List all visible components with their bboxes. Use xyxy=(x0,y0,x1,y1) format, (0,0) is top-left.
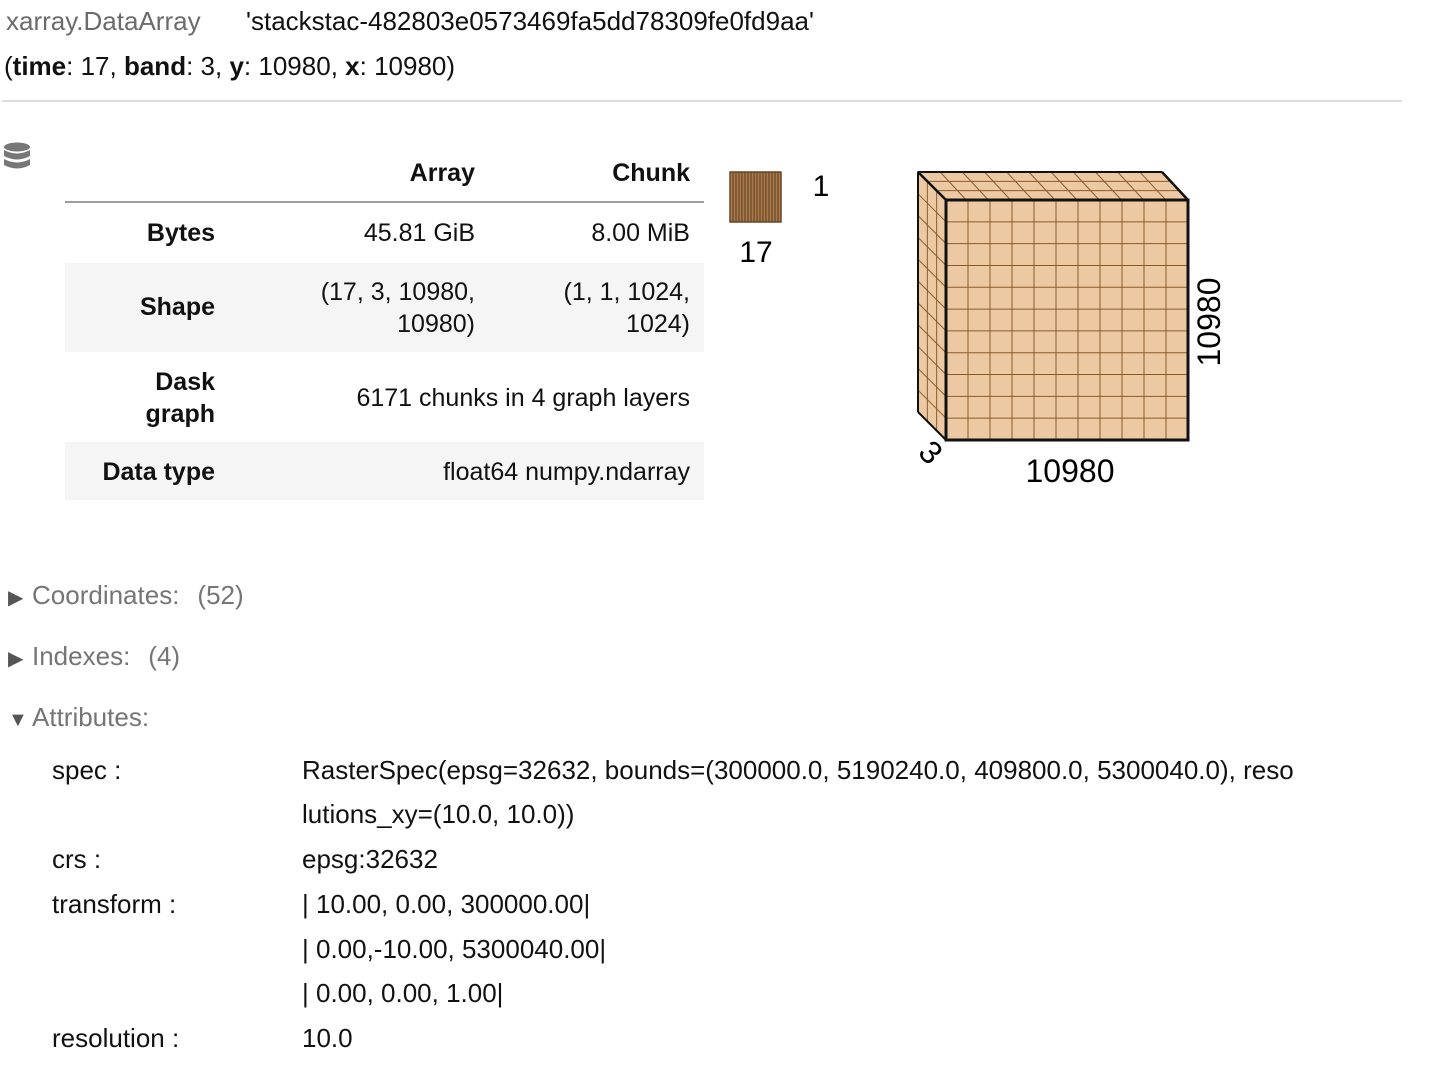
shape-chunk-line1: (1, 1, 1024, xyxy=(563,278,690,306)
cube-top-face xyxy=(916,171,1190,201)
bytes-array-value: 45.81 GiB xyxy=(363,219,475,247)
dim-name-y: y xyxy=(229,51,244,81)
table-row-bytes: Bytes 45.81 GiB 8.00 MiB xyxy=(65,203,704,263)
dim-size-time: 17 xyxy=(80,51,110,81)
col-header-chunk: Chunk xyxy=(612,159,690,187)
attr-val-spec-line1: RasterSpec(epsg=32632, bounds=(300000.0,… xyxy=(302,755,1294,785)
dim-size-y: 10980 xyxy=(258,51,331,81)
header-divider xyxy=(2,100,1402,102)
table-row-dtype: Data type float64 numpy.ndarray xyxy=(65,442,704,500)
band-size-label: 3 xyxy=(912,433,950,471)
indexes-label: Indexes: xyxy=(32,641,131,671)
row-label-dask-line1: Dask xyxy=(155,368,215,396)
coordinates-count: (52) xyxy=(197,580,244,610)
attr-val-resolution: 10.0 xyxy=(302,1023,353,1053)
attr-val-transform-line3: | 0.00, 0.00, 1.00| xyxy=(302,978,504,1008)
dask-graph-value: 6171 chunks in 4 graph layers xyxy=(356,384,690,412)
col-header-array: Array xyxy=(409,159,475,187)
time-size-label: 17 xyxy=(739,236,772,269)
attr-key-spec: spec : xyxy=(52,755,122,785)
shape-array-line1: (17, 3, 10980, xyxy=(320,278,475,306)
array-name: 'stackstac-482803e0573469fa5dd78309fe0fd… xyxy=(246,6,814,36)
section-indexes[interactable]: ▶ Indexes: (4) xyxy=(8,641,180,672)
x-size-label: 10980 xyxy=(1026,453,1115,489)
cube-side-face xyxy=(917,170,947,442)
cube-front-face xyxy=(946,200,1188,440)
dim-name-band: band xyxy=(123,51,187,81)
dtype-value: float64 numpy.ndarray xyxy=(443,458,690,486)
attr-val-transform-line2: | 0.00,-10.00, 5300040.00| xyxy=(302,934,607,964)
dim-name-time: time xyxy=(12,51,67,81)
time-chunk-label: 1 xyxy=(813,170,830,203)
attr-key-resolution: resolution : xyxy=(52,1023,180,1053)
dim-size-x: 10980 xyxy=(374,51,447,81)
attr-val-crs: epsg:32632 xyxy=(302,844,438,874)
dim-name-x: x xyxy=(345,51,360,81)
triangle-right-icon: ▶ xyxy=(8,648,24,670)
attributes-label: Attributes: xyxy=(32,702,150,732)
database-icon[interactable] xyxy=(2,142,32,174)
bytes-chunk-value: 8.00 MiB xyxy=(591,219,690,247)
time-chunk-glyph xyxy=(729,171,782,223)
y-size-label: 10980 xyxy=(1191,278,1227,367)
coordinates-label: Coordinates: xyxy=(32,580,180,610)
indexes-count: (4) xyxy=(148,641,181,671)
dims-summary: (time: 17, band: 3, y: 10980, x: 10980) xyxy=(4,51,456,81)
attr-val-transform-line1: | 10.00, 0.00, 300000.00| xyxy=(302,889,591,919)
row-label-shape: Shape xyxy=(139,293,215,321)
attr-val-spec-line2: lutions_xy=(10.0, 10.0)) xyxy=(302,799,575,829)
object-type: xarray.DataArray xyxy=(6,6,201,36)
attr-key-transform: transform : xyxy=(52,889,177,919)
chunk-diagram: 1 17 10980 10980 3 xyxy=(700,150,1260,505)
section-coordinates[interactable]: ▶ Coordinates: (52) xyxy=(8,580,244,611)
array-cube xyxy=(916,170,1190,442)
attr-key-crs: crs : xyxy=(52,844,102,874)
section-attributes[interactable]: ▼ Attributes: xyxy=(8,702,149,733)
table-row-shape: Shape (17, 3, 10980, 10980) (1, 1, 1024,… xyxy=(65,263,704,352)
shape-array-line2: 10980) xyxy=(397,310,475,338)
row-label-bytes: Bytes xyxy=(146,219,215,247)
table-row-dask-graph: Dask graph 6171 chunks in 4 graph layers xyxy=(65,352,704,442)
dim-size-band: 3 xyxy=(200,51,215,81)
triangle-down-icon: ▼ xyxy=(8,709,28,731)
row-label-dtype: Data type xyxy=(102,458,215,486)
time-chunk-rect xyxy=(729,171,782,223)
triangle-right-icon: ▶ xyxy=(8,587,24,609)
shape-chunk-line2: 1024) xyxy=(626,310,690,338)
row-label-dask-line2: graph xyxy=(145,400,215,428)
